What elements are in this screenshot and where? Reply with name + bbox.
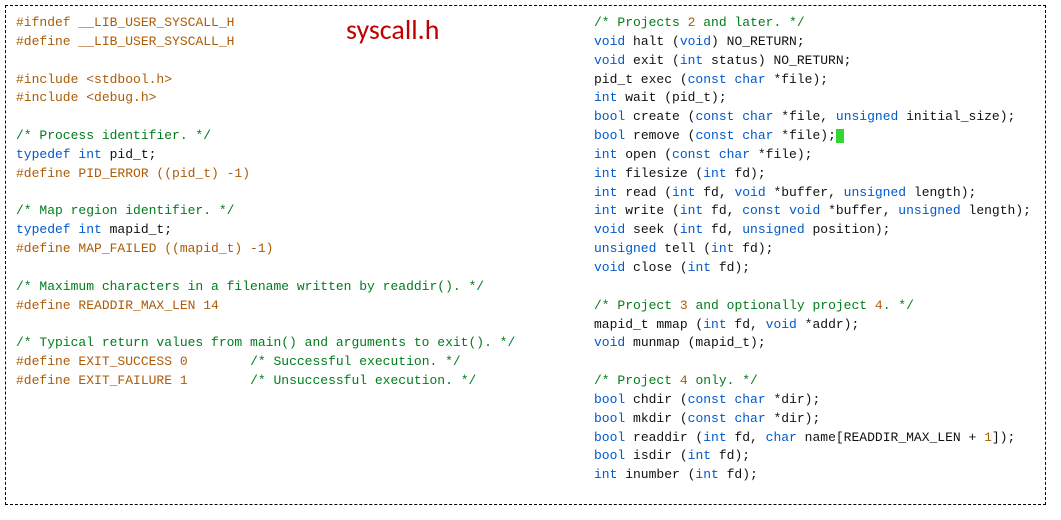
- macro: MAP_FAILED ((mapid_t) -1): [71, 241, 274, 256]
- pp-define: #define: [16, 166, 71, 181]
- comment: /* Maximum characters in a filename writ…: [16, 279, 484, 294]
- left-code-column: #ifndef __LIB_USER_SYSCALL_H #define __L…: [16, 14, 576, 496]
- comment: /* Process identifier. */: [16, 128, 211, 143]
- kw: void: [594, 34, 625, 49]
- pp-include: #include: [16, 90, 86, 105]
- comment: /* Successful execution. */: [250, 354, 461, 369]
- macro: PID_ERROR ((pid_t) -1): [71, 166, 250, 181]
- macro: EXIT_FAILURE 1: [71, 373, 188, 388]
- macro: READDIR_MAX_LEN 14: [71, 298, 219, 313]
- kw-typedef: typedef: [16, 222, 71, 237]
- macro: EXIT_SUCCESS 0: [71, 354, 188, 369]
- right-code: /* Projects 2 and later. */ void halt (v…: [594, 14, 1035, 485]
- kw-typedef: typedef: [16, 147, 71, 162]
- code-columns: #ifndef __LIB_USER_SYSCALL_H #define __L…: [16, 14, 1035, 496]
- pp-define: #define: [16, 354, 71, 369]
- pp-define: #define: [16, 373, 71, 388]
- comment: /* Unsuccessful execution. */: [250, 373, 476, 388]
- macro-name: __LIB_USER_SYSCALL_H: [78, 15, 234, 30]
- pp-include: #include: [16, 72, 86, 87]
- comment: /* Projects: [594, 15, 688, 30]
- code-slide-frame: syscall.h #ifndef __LIB_USER_SYSCALL_H #…: [5, 5, 1046, 505]
- include-path: <stdbool.h>: [86, 72, 172, 87]
- type-name: mapid_t;: [102, 222, 172, 237]
- kw-int: int: [71, 147, 102, 162]
- pp-define: #define: [16, 298, 71, 313]
- right-code-column: /* Projects 2 and later. */ void halt (v…: [594, 14, 1035, 496]
- comment: /* Typical return values from main() and…: [16, 335, 515, 350]
- comment: /* Map region identifier. */: [16, 203, 234, 218]
- kw-int: int: [71, 222, 102, 237]
- slide-title: syscall.h: [346, 10, 439, 51]
- macro-name: __LIB_USER_SYSCALL_H: [78, 34, 234, 49]
- pp-define: #define: [16, 241, 71, 256]
- pp-define: #define: [16, 34, 78, 49]
- include-path: <debug.h>: [86, 90, 156, 105]
- type-name: pid_t;: [102, 147, 157, 162]
- left-code: #ifndef __LIB_USER_SYSCALL_H #define __L…: [16, 14, 576, 391]
- comment: and later. */: [695, 15, 804, 30]
- pp-ifndef: #ifndef: [16, 15, 78, 30]
- text-cursor: [836, 129, 844, 143]
